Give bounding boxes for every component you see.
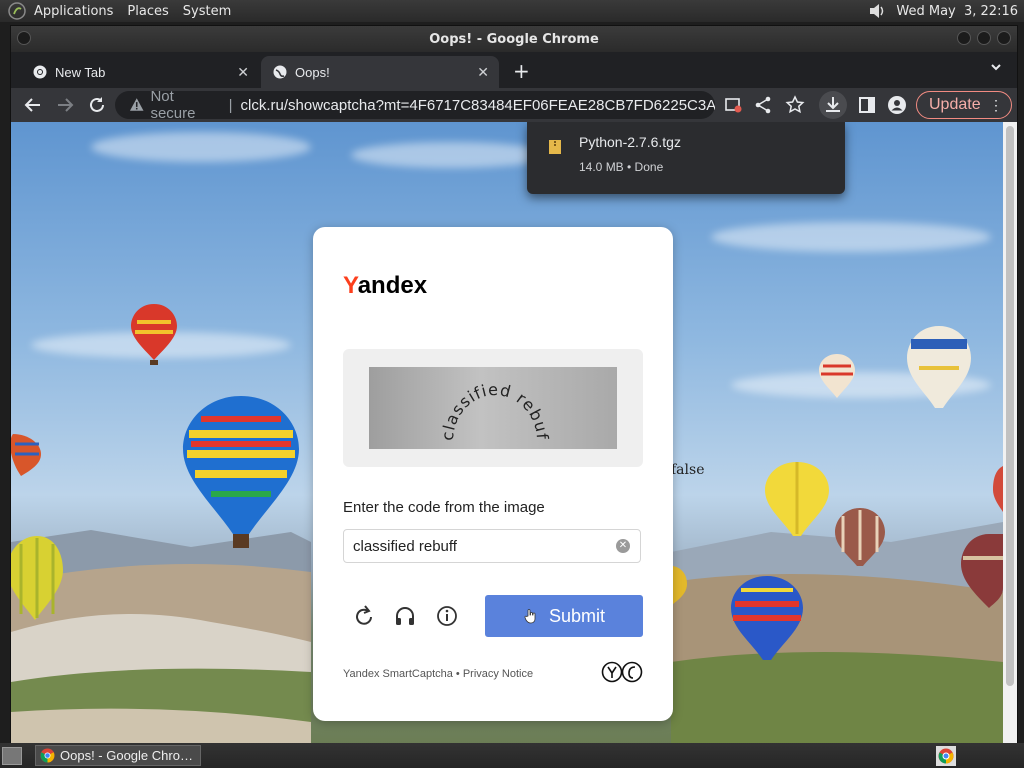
tab-strip: New Tab ✕ Oops! ✕ + <box>11 52 1017 88</box>
audio-headphones-icon[interactable] <box>394 605 416 627</box>
captcha-distorted-text: classified rebuff <box>366 352 552 441</box>
hot-air-balloon <box>673 566 687 604</box>
captcha-footer[interactable]: Yandex SmartCaptcha • Privacy Notice <box>343 668 533 680</box>
window-title: Oops! - Google Chrome <box>429 31 599 47</box>
url-separator: | <box>228 96 233 114</box>
address-bar[interactable]: Not secure | clck.ru/showcaptcha?mt=4F67… <box>115 88 715 122</box>
window-menu-button[interactable] <box>17 31 31 45</box>
hot-air-balloon <box>731 576 803 660</box>
top-panel: Applications Places System Wed May 3, 22… <box>0 0 1024 22</box>
new-tab-button[interactable]: + <box>513 61 530 81</box>
profile-avatar-icon[interactable] <box>887 95 907 115</box>
close-tab-icon[interactable]: ✕ <box>477 64 489 81</box>
yandex-smartcaptcha-logo-icon <box>601 661 643 683</box>
captcha-card: Yandex classified rebuff Enter the code … <box>313 227 673 721</box>
menu-applications[interactable]: Applications <box>34 4 113 19</box>
taskbar-task-label: Oops! - Google Chro… <box>60 748 193 763</box>
close-window-button[interactable] <box>997 31 1011 45</box>
bottom-taskbar: Oops! - Google Chro… <box>0 743 1024 768</box>
kebab-menu-icon[interactable]: ⋮ <box>989 97 1003 114</box>
chrome-icon <box>33 65 47 79</box>
hot-air-balloon <box>993 466 1003 512</box>
bookmark-star-icon[interactable] <box>785 95 805 115</box>
back-arrow-icon[interactable] <box>23 95 43 115</box>
hot-air-balloon <box>907 326 971 408</box>
captcha-input-value: classified rebuff <box>353 537 457 555</box>
warning-icon[interactable] <box>129 97 144 113</box>
clear-input-icon[interactable]: ✕ <box>616 539 630 553</box>
cloud <box>91 132 311 162</box>
scrollbar-thumb[interactable] <box>1006 126 1014 686</box>
share-icon[interactable] <box>753 95 773 115</box>
yandex-logo: Yandex <box>343 272 428 299</box>
captcha-instruction: Enter the code from the image <box>343 499 545 516</box>
side-panel-icon[interactable] <box>857 95 877 115</box>
captcha-input[interactable]: classified rebuff ✕ <box>343 529 641 563</box>
globe-icon <box>273 65 287 79</box>
submit-label: Submit <box>548 605 606 626</box>
captcha-image-box: classified rebuff <box>343 349 643 467</box>
minimize-button[interactable] <box>957 31 971 45</box>
tab-label: Oops! <box>295 64 330 80</box>
hot-air-balloon <box>819 354 855 398</box>
tab-oops[interactable]: Oops! ✕ <box>261 56 499 88</box>
download-status: 14.0 MB • Done <box>579 160 664 174</box>
hot-air-balloon <box>765 462 829 536</box>
close-tab-icon[interactable]: ✕ <box>237 64 249 81</box>
not-secure-label[interactable]: Not secure <box>150 88 220 122</box>
captcha-image: classified rebuff <box>366 352 617 449</box>
hot-air-balloon <box>183 396 299 548</box>
gnome-foot-icon[interactable] <box>8 2 26 20</box>
forward-arrow-icon[interactable] <box>55 95 75 115</box>
menu-system[interactable]: System <box>183 4 231 19</box>
hot-air-balloon <box>11 434 41 476</box>
chevron-down-icon[interactable] <box>989 60 1003 74</box>
window-titlebar[interactable]: Oops! - Google Chrome <box>11 26 1017 52</box>
chrome-window: Oops! - Google Chrome New Tab ✕ Oops! ✕ … <box>10 25 1018 745</box>
update-label: Update <box>929 96 981 113</box>
menu-places[interactable]: Places <box>127 4 168 19</box>
show-desktop-icon[interactable] <box>2 747 22 765</box>
tab-label: New Tab <box>55 64 106 80</box>
hot-air-balloon <box>131 304 177 365</box>
cloud <box>351 142 551 168</box>
update-button[interactable]: Update ⋮ <box>916 91 1012 119</box>
hot-air-balloon <box>961 534 1003 608</box>
hot-air-balloon <box>11 536 63 620</box>
svg-text:classified rebuff: classified rebuff <box>369 367 552 441</box>
refresh-icon[interactable] <box>353 605 375 627</box>
chrome-tray-icon[interactable] <box>936 746 956 766</box>
info-icon[interactable] <box>436 605 458 627</box>
maximize-button[interactable] <box>977 31 991 45</box>
clock[interactable]: Wed May 3, 22:16 <box>896 4 1018 19</box>
submit-button[interactable]: Submit <box>485 595 643 637</box>
page-viewport: false Yandex classified rebuff Enter the… <box>11 122 1003 744</box>
reload-icon[interactable] <box>87 95 107 115</box>
chrome-icon <box>40 748 55 763</box>
cloud <box>711 222 991 252</box>
download-button[interactable] <box>819 91 847 119</box>
download-icon <box>826 97 840 112</box>
download-popup[interactable]: Python-2.7.6.tgz 14.0 MB • Done <box>527 122 845 194</box>
tab-new-tab[interactable]: New Tab ✕ <box>11 56 259 88</box>
archive-file-icon <box>549 140 561 154</box>
browser-toolbar: Not secure | clck.ru/showcaptcha?mt=4F67… <box>11 88 1017 122</box>
volume-icon[interactable] <box>868 3 886 19</box>
blocked-popup-icon[interactable] <box>723 95 743 115</box>
page-scrollbar[interactable] <box>1003 122 1017 744</box>
taskbar-chrome-window[interactable]: Oops! - Google Chro… <box>35 745 201 766</box>
hand-cursor-icon <box>524 609 536 624</box>
stray-text: false <box>671 462 705 478</box>
download-filename[interactable]: Python-2.7.6.tgz <box>579 134 681 150</box>
hot-air-balloon <box>835 508 885 566</box>
url-text[interactable]: clck.ru/showcaptcha?mt=4F6717C83484EF06F… <box>241 97 715 114</box>
